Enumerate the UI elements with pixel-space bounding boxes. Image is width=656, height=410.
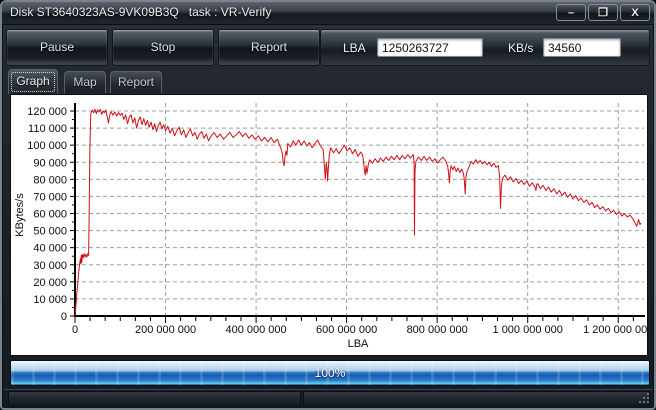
toolbar-fields-panel: LBA KB/s: [320, 29, 650, 66]
tab-map[interactable]: Map: [64, 71, 106, 93]
maximize-icon: ❐: [598, 7, 608, 19]
window-title: Disk ST3640323AS-9VK09B3Q task : VR-Veri…: [10, 5, 272, 19]
svg-text:20 000: 20 000: [33, 277, 67, 289]
svg-text:1 000 000 000: 1 000 000 000: [493, 324, 563, 336]
lba-input[interactable]: [377, 38, 483, 57]
report-button[interactable]: Report: [218, 29, 320, 66]
statusbar-panel-right: [303, 391, 650, 406]
tab-graph[interactable]: Graph: [8, 69, 58, 94]
svg-text:1 200 000 000: 1 200 000 000: [583, 324, 647, 336]
pause-button[interactable]: Pause: [6, 29, 108, 66]
tab-report[interactable]: Report: [110, 71, 162, 93]
title-bar[interactable]: Disk ST3640323AS-9VK09B3Q task : VR-Veri…: [2, 2, 654, 25]
svg-text:40 000: 40 000: [33, 243, 67, 255]
svg-text:80 000: 80 000: [33, 174, 67, 186]
svg-text:70 000: 70 000: [33, 191, 67, 203]
svg-text:110 000: 110 000: [28, 123, 67, 135]
svg-text:30 000: 30 000: [33, 260, 67, 272]
svg-text:0: 0: [72, 324, 78, 336]
svg-text:100 000: 100 000: [27, 140, 67, 152]
svg-text:120 000: 120 000: [27, 106, 67, 118]
app-window: Disk ST3640323AS-9VK09B3Q task : VR-Veri…: [0, 0, 656, 410]
svg-text:50 000: 50 000: [33, 226, 67, 238]
progress-percent: 100%: [314, 366, 346, 380]
svg-text:60 000: 60 000: [33, 209, 67, 221]
progress-bar: 100%: [10, 360, 650, 386]
svg-text:KBytes/s: KBytes/s: [14, 193, 26, 237]
svg-text:10 000: 10 000: [33, 294, 67, 306]
speed-graph: 0 10 000 20 000 30 000 40 000 50 000 60 000 70 …: [14, 103, 647, 350]
svg-text:400 000 000: 400 000 000: [225, 324, 286, 336]
svg-text:0: 0: [61, 311, 67, 323]
minimize-icon: –: [567, 7, 575, 19]
minimize-button[interactable]: –: [556, 4, 586, 21]
lba-label: LBA: [343, 41, 366, 55]
close-button[interactable]: X: [620, 4, 650, 21]
kbs-label: KB/s: [508, 41, 534, 55]
kbs-input[interactable]: [543, 38, 621, 57]
svg-text:800 000 000: 800 000 000: [407, 324, 468, 336]
statusbar-highlight: [4, 389, 652, 390]
svg-text:LBA: LBA: [348, 338, 369, 350]
statusbar-panel-left: [8, 391, 301, 406]
stop-button[interactable]: Stop: [112, 29, 214, 66]
speed-graph-panel: 0 10 000 20 000 30 000 40 000 50 000 60 000 70 …: [10, 94, 648, 356]
maximize-button[interactable]: ❐: [588, 4, 618, 21]
svg-text:200 000 000: 200 000 000: [135, 324, 196, 336]
close-icon: X: [631, 7, 639, 19]
resize-grip-icon[interactable]: [639, 393, 649, 403]
svg-text:90 000: 90 000: [33, 157, 67, 169]
svg-text:600 000 000: 600 000 000: [316, 324, 377, 336]
